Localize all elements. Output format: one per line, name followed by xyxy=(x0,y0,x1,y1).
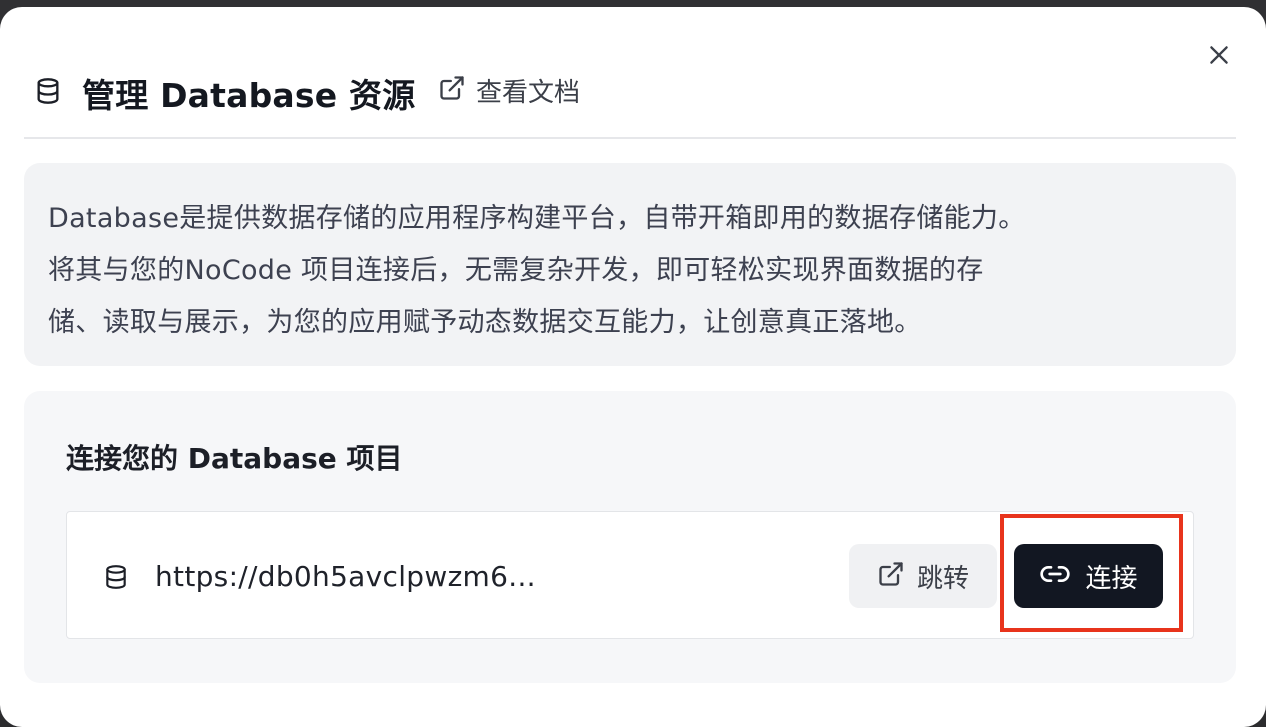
description-text: Database是提供数据存储的应用程序构建平台，自带开箱即用的数据存储能力。 … xyxy=(48,193,1228,349)
connect-button[interactable]: 连接 xyxy=(1014,544,1163,608)
external-link-icon xyxy=(877,560,905,592)
description-card: Database是提供数据存储的应用程序构建平台，自带开箱即用的数据存储能力。 … xyxy=(24,163,1236,366)
database-icon xyxy=(103,564,129,590)
dialog-header: 管理 Database 资源 查看文档 xyxy=(0,7,1266,137)
jump-button-label: 跳转 xyxy=(916,563,969,594)
link-icon xyxy=(1039,558,1071,594)
jump-button[interactable]: 跳转 xyxy=(849,544,997,608)
description-line: 将其与您的NoCode 项目连接后，无需复杂开发，即可轻松实现界面数据的存 xyxy=(48,255,984,286)
view-docs-link[interactable]: 查看文档 xyxy=(438,73,581,108)
dialog-title: 管理 Database 资源 xyxy=(82,76,416,115)
connect-button-label: 连接 xyxy=(1085,563,1138,594)
manage-database-dialog: 管理 Database 资源 查看文档 Database是提供数据存储的应用程序… xyxy=(0,7,1266,727)
description-line: 储、读取与展示，为您的应用赋予动态数据交互能力，让创意真正落地。 xyxy=(48,307,922,338)
close-button[interactable] xyxy=(1203,41,1235,73)
database-icon xyxy=(34,77,62,105)
view-docs-label: 查看文档 xyxy=(476,77,581,108)
description-line: Database是提供数据存储的应用程序构建平台，自带开箱即用的数据存储能力。 xyxy=(48,203,1026,234)
header-divider xyxy=(24,137,1236,139)
connect-project-section: 连接您的 Database 项目 https://db0h5avclpwzm6.… xyxy=(24,391,1236,683)
section-title: 连接您的 Database 项目 xyxy=(66,442,403,475)
project-row: https://db0h5avclpwzm6... 跳转 连接 xyxy=(66,511,1194,639)
close-icon xyxy=(1206,42,1232,72)
external-link-icon xyxy=(438,74,466,106)
project-url: https://db0h5avclpwzm6... xyxy=(155,560,536,593)
